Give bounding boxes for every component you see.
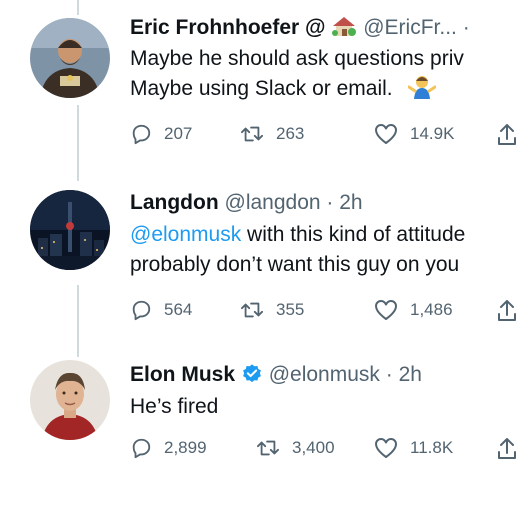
reply-icon <box>130 299 152 321</box>
tweet-text: with this kind of attitude <box>241 223 466 246</box>
reply-count: 207 <box>164 124 193 143</box>
retweet-icon <box>240 299 264 321</box>
user-handle[interactable]: @elonmusk <box>269 363 380 386</box>
like-count: 14.9K <box>410 124 455 143</box>
reply-count: 564 <box>164 300 193 319</box>
tweet-actions: 564 355 1,486 <box>130 296 520 324</box>
share-button[interactable] <box>496 434 518 462</box>
tweet-header: Langdon @langdon · 2h <box>130 190 520 216</box>
like-button[interactable]: 14.9K <box>374 120 454 148</box>
tweet-elon[interactable]: Elon Musk @elonmusk · 2h He’s fired 2,89… <box>0 350 520 508</box>
reply-icon <box>130 437 152 459</box>
display-name[interactable]: Elon Musk <box>130 363 235 386</box>
user-handle[interactable]: @langdon <box>225 191 321 214</box>
avatar[interactable] <box>30 360 110 440</box>
tweet-header: Eric Frohnhoefer @ @EricFr... · <box>130 14 520 40</box>
reply-icon <box>130 123 152 145</box>
retweet-count: 263 <box>276 124 305 143</box>
timestamp[interactable]: 2h <box>339 191 362 214</box>
reply-button[interactable]: 564 <box>130 296 192 324</box>
display-name[interactable]: Eric Frohnhoefer <box>130 16 299 39</box>
tweet-actions: 207 263 14.9K <box>130 120 520 148</box>
separator-dot: · <box>385 363 393 386</box>
share-icon <box>496 436 518 460</box>
display-name[interactable]: Langdon <box>130 191 219 214</box>
tweet-text-line-1: @elonmusk with this kind of attitude <box>130 220 520 250</box>
tweet-text-line-1: Maybe he should ask questions priv <box>130 47 464 70</box>
retweet-button[interactable]: 355 <box>240 296 304 324</box>
timestamp[interactable]: 2h <box>399 363 422 386</box>
person-shrugging-emoji <box>407 75 437 108</box>
reply-button[interactable]: 207 <box>130 120 192 148</box>
display-name-suffix: @ <box>305 16 326 39</box>
retweet-button[interactable]: 263 <box>240 120 304 148</box>
heart-icon <box>374 123 398 145</box>
retweet-icon <box>240 123 264 145</box>
heart-icon <box>374 437 398 459</box>
separator-dot: · <box>462 16 470 39</box>
tweet-langdon[interactable]: Langdon @langdon · 2h @elonmusk with thi… <box>0 180 520 338</box>
tweet-eric[interactable]: Eric Frohnhoefer @ @EricFr... · Maybe he… <box>0 0 520 158</box>
reply-button[interactable]: 2,899 <box>130 434 207 462</box>
share-button[interactable] <box>496 120 518 148</box>
like-count: 1,486 <box>410 300 453 319</box>
avatar[interactable] <box>30 18 110 98</box>
share-button[interactable] <box>496 296 518 324</box>
like-button[interactable]: 1,486 <box>374 296 453 324</box>
share-icon <box>496 298 518 322</box>
user-handle[interactable]: @EricFr... <box>363 16 457 39</box>
retweet-count: 355 <box>276 300 305 319</box>
tweet-text-line-2: Maybe using Slack or email. <box>130 74 520 108</box>
tweet-text-line-1: He’s fired <box>130 395 219 418</box>
house-with-garden-emoji <box>331 14 357 45</box>
retweet-icon <box>256 437 280 459</box>
reply-count: 2,899 <box>164 438 207 457</box>
tweet-text: Maybe using Slack or email. <box>130 77 393 100</box>
verified-badge-icon <box>241 363 263 392</box>
separator-dot: · <box>326 191 334 214</box>
tweet-actions: 2,899 3,400 11.8K <box>130 434 520 462</box>
like-button[interactable]: 11.8K <box>374 434 453 462</box>
tweet-text-line-2: probably don’t want this guy on you <box>130 253 460 276</box>
like-count: 11.8K <box>410 438 454 457</box>
retweet-button[interactable]: 3,400 <box>256 434 335 462</box>
mention-link[interactable]: @elonmusk <box>130 223 241 246</box>
tweet-header: Elon Musk @elonmusk · 2h <box>130 362 520 388</box>
share-icon <box>496 122 518 146</box>
heart-icon <box>374 299 398 321</box>
retweet-count: 3,400 <box>292 438 335 457</box>
avatar[interactable] <box>30 190 110 270</box>
